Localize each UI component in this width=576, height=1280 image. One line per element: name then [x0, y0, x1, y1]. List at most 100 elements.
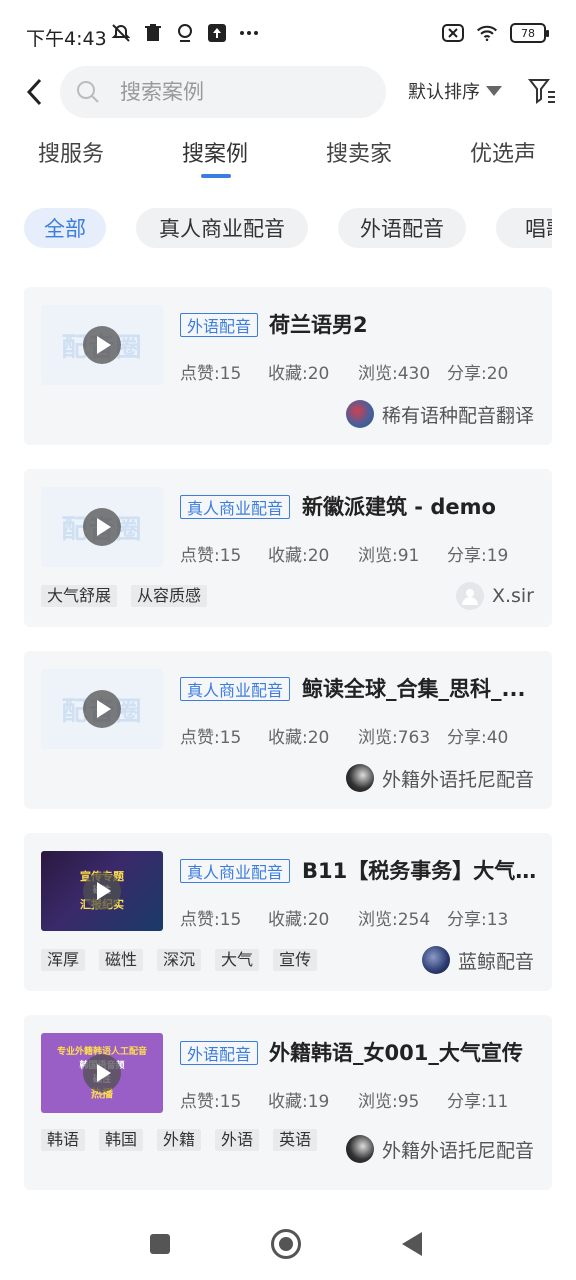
play-icon[interactable]	[83, 690, 121, 728]
tag: 从容质感	[131, 585, 208, 607]
chip-foreign-voiceover[interactable]: 外语配音	[338, 208, 466, 248]
sort-dropdown[interactable]: 默认排序	[408, 78, 502, 104]
status-icons-left	[110, 22, 260, 44]
case-thumbnail[interactable]: 专业外籍韩语人工配音 韩国语音频 磁性 热播	[41, 1033, 163, 1113]
likes-count: 点赞:15	[180, 1092, 242, 1112]
dropdown-arrow-icon	[486, 86, 502, 96]
avatar	[421, 946, 450, 974]
likes-count: 点赞:15	[180, 364, 242, 384]
favorites-count: 收藏:20	[268, 910, 330, 930]
trash-icon	[142, 22, 164, 44]
favorites-count: 收藏:20	[268, 546, 330, 566]
author-name: 外籍外语托尼配音	[381, 1139, 534, 1162]
back-arrow-icon	[26, 78, 42, 106]
favorites-count: 收藏:20	[268, 364, 330, 384]
author-link[interactable]: X.sir	[455, 582, 534, 610]
case-title: 荷兰语男2	[269, 313, 368, 337]
search-box[interactable]	[60, 66, 386, 118]
category-badge: 真人商业配音	[180, 677, 291, 701]
chip-commercial-voiceover[interactable]: 真人商业配音	[136, 208, 308, 248]
likes-count: 点赞:15	[180, 546, 242, 566]
avatar	[455, 582, 484, 610]
author-name: 稀有语种配音翻译	[381, 404, 534, 427]
avatar	[345, 764, 374, 792]
tab-cases[interactable]: 搜案例	[182, 136, 248, 168]
case-card[interactable]: 配音圈 外语配音 荷兰语男2 点赞:15 收藏:20 浏览:430 分享:20 …	[24, 287, 552, 445]
status-bar: 下午4:43 78	[0, 0, 576, 72]
tag-list: 大气舒展 从容质感	[41, 585, 331, 607]
system-back-button[interactable]	[402, 1232, 422, 1256]
author-link[interactable]: 外籍外语托尼配音	[345, 764, 534, 792]
case-thumbnail[interactable]: 配音圈	[41, 669, 163, 749]
tag: 外籍	[157, 1129, 202, 1151]
views-count: 浏览:91	[358, 546, 420, 566]
shares-count: 分享:40	[447, 728, 509, 748]
system-nav-bar	[0, 1222, 576, 1268]
tag: 大气	[215, 949, 260, 971]
category-chips: 全部 真人商业配音 外语配音 唱歌	[0, 208, 552, 248]
category-badge: 外语配音	[180, 1041, 259, 1065]
battery-icon: 78	[510, 23, 549, 43]
tag: 浑厚	[41, 949, 86, 971]
play-icon[interactable]	[83, 872, 121, 910]
case-thumbnail[interactable]: 宣传专题 磁性 汇报纪实	[41, 851, 163, 931]
back-button[interactable]	[18, 74, 50, 110]
shares-count: 分享:19	[447, 546, 509, 566]
views-count: 浏览:763	[358, 728, 431, 748]
likes-count: 点赞:15	[180, 728, 242, 748]
status-time: 下午4:43	[26, 28, 107, 50]
case-thumbnail[interactable]: 配音圈	[41, 487, 163, 567]
tag-list: 浑厚 磁性 深沉 大气 宣传	[41, 949, 401, 971]
favorites-count: 收藏:19	[268, 1092, 330, 1112]
chip-all[interactable]: 全部	[24, 208, 106, 248]
case-card[interactable]: 配音圈 真人商业配音 鲸读全球_合集_思科_... 点赞:15 收藏:20 浏览…	[24, 651, 552, 809]
wifi-icon	[476, 22, 498, 44]
active-tab-indicator	[201, 174, 231, 178]
case-title: 鲸读全球_合集_思科_...	[302, 677, 526, 701]
tab-services[interactable]: 搜服务	[38, 136, 104, 168]
author-name: 外籍外语托尼配音	[381, 768, 534, 791]
sim-blocked-icon	[442, 22, 464, 44]
search-header: 默认排序	[0, 64, 576, 120]
chip-singing[interactable]: 唱歌	[496, 208, 552, 248]
case-title: 新徽派建筑 - demo	[302, 495, 496, 519]
sort-label: 默认排序	[408, 82, 480, 103]
author-link[interactable]: 外籍外语托尼配音	[345, 1135, 534, 1163]
tab-featured-voices[interactable]: 优选声	[470, 136, 536, 168]
filter-icon	[527, 79, 555, 104]
shares-count: 分享:20	[447, 364, 509, 384]
case-card[interactable]: 宣传专题 磁性 汇报纪实 真人商业配音 B11【税务事务】大气... 点赞:15…	[24, 833, 552, 991]
author-link[interactable]: 蓝鲸配音	[421, 946, 534, 974]
search-input[interactable]	[120, 80, 360, 104]
play-icon[interactable]	[83, 1054, 121, 1092]
case-card[interactable]: 配音圈 真人商业配音 新徽派建筑 - demo 点赞:15 收藏:20 浏览:9…	[24, 469, 552, 627]
tag: 韩语	[41, 1129, 86, 1151]
mute-notification-icon	[110, 22, 132, 44]
filter-button[interactable]	[527, 76, 556, 106]
favorites-count: 收藏:20	[268, 728, 330, 748]
case-thumbnail[interactable]: 配音圈	[41, 305, 163, 385]
tag: 大气舒展	[41, 585, 118, 607]
author-link[interactable]: 稀有语种配音翻译	[345, 400, 534, 428]
case-title: B11【税务事务】大气...	[302, 859, 538, 883]
category-badge: 真人商业配音	[180, 859, 291, 883]
tab-sellers[interactable]: 搜卖家	[326, 136, 392, 168]
home-button[interactable]	[271, 1229, 301, 1259]
tag: 深沉	[157, 949, 202, 971]
case-card[interactable]: 专业外籍韩语人工配音 韩国语音频 磁性 热播 外语配音 外籍韩语_女001_大气…	[24, 1015, 552, 1190]
tag-list: 韩语 韩国 外籍 外语 英语	[41, 1129, 331, 1151]
search-tabs: 搜服务 搜案例 搜卖家 优选声	[0, 136, 576, 186]
status-icons-right: 78	[442, 22, 549, 44]
play-icon[interactable]	[83, 508, 121, 546]
play-icon[interactable]	[83, 326, 121, 364]
recent-apps-button[interactable]	[150, 1234, 170, 1254]
tag: 外语	[215, 1129, 260, 1151]
more-dots-icon	[238, 22, 260, 44]
search-icon	[77, 81, 99, 103]
category-badge: 外语配音	[180, 313, 259, 337]
avatar	[345, 400, 374, 428]
tag: 磁性	[99, 949, 144, 971]
location-icon	[174, 22, 196, 44]
shares-count: 分享:13	[447, 910, 509, 930]
views-count: 浏览:430	[358, 364, 431, 384]
